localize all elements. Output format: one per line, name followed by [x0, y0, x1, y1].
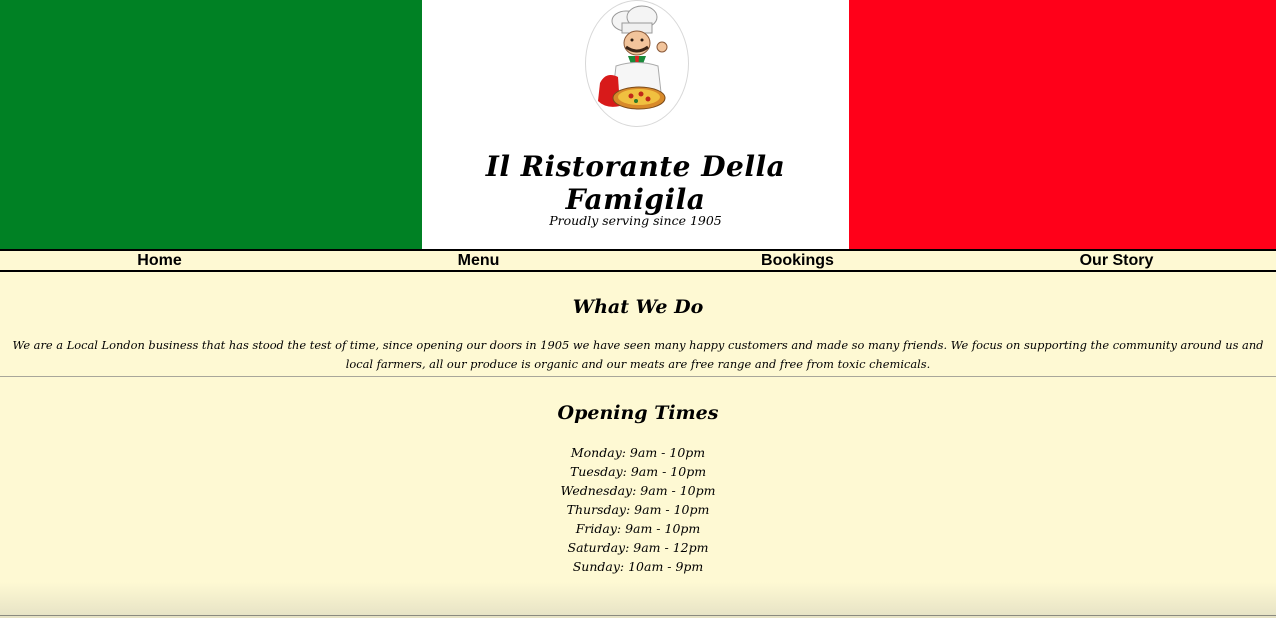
header-banner: Il Ristorante Della Famigila Proudly ser…	[0, 0, 1276, 249]
nav-menu-link[interactable]: Menu	[319, 251, 638, 270]
opening-time-sunday: Sunday: 10am - 9pm	[572, 559, 704, 574]
bottom-shadow	[0, 582, 1276, 618]
chef-with-pizza-logo-icon	[585, 0, 689, 127]
main-nav: Home Menu Bookings Our Story	[0, 249, 1276, 272]
opening-time-tuesday: Tuesday: 9am - 10pm	[569, 464, 707, 479]
opening-time-friday: Friday: 9am - 10pm	[575, 521, 701, 536]
what-we-do-section: What We Do We are a Local London busines…	[0, 272, 1276, 376]
opening-times-list: Monday: 9am - 10pm Tuesday: 9am - 10pm W…	[0, 443, 1276, 576]
opening-times-section: Opening Times Monday: 9am - 10pm Tuesday…	[0, 377, 1276, 576]
nav-our-story-link[interactable]: Our Story	[957, 251, 1276, 270]
opening-time-saturday: Saturday: 9am - 12pm	[567, 540, 709, 555]
opening-times-heading: Opening Times	[557, 402, 719, 424]
flag-red-band	[849, 0, 1276, 249]
flag-white-band: Il Ristorante Della Famigila Proudly ser…	[422, 0, 849, 249]
bottom-divider	[0, 615, 1276, 616]
what-we-do-heading: What We Do	[572, 296, 704, 318]
site-title: Il Ristorante Della Famigila	[485, 150, 786, 216]
opening-time-monday: Monday: 9am - 10pm	[570, 445, 706, 460]
opening-time-thursday: Thursday: 9am - 10pm	[566, 502, 710, 517]
nav-bookings-link[interactable]: Bookings	[638, 251, 957, 270]
what-we-do-text: We are a Local London business that has …	[12, 338, 1264, 371]
tagline: Proudly serving since 1905	[549, 213, 722, 228]
opening-time-wednesday: Wednesday: 9am - 10pm	[560, 483, 716, 498]
flag-green-band	[0, 0, 422, 249]
nav-home-link[interactable]: Home	[0, 251, 319, 270]
